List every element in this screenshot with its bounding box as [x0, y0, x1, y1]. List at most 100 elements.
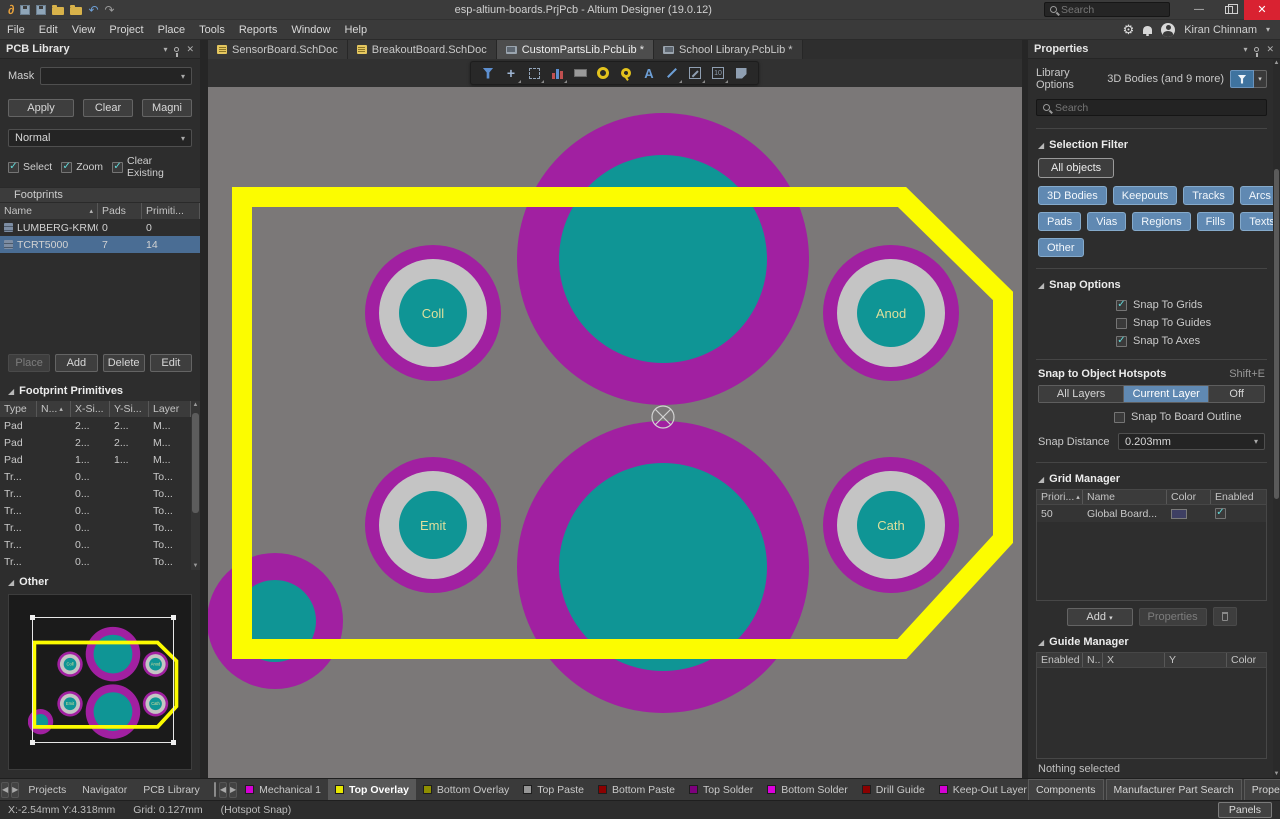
- undo-icon[interactable]: ↶: [88, 4, 98, 16]
- tab-components[interactable]: Components: [1028, 779, 1104, 800]
- primitives-scrollbar[interactable]: ▲ ▼: [191, 401, 200, 570]
- pad-tool-icon[interactable]: [595, 65, 611, 81]
- delete-grid-button[interactable]: [1213, 607, 1237, 626]
- panel-splitter-left[interactable]: [200, 40, 208, 778]
- panel-menu-icon[interactable]: ▾: [163, 45, 167, 54]
- notifications-bell-icon[interactable]: [1143, 26, 1152, 34]
- primitive-row[interactable]: Tr...0...To...: [0, 468, 191, 485]
- col-priority[interactable]: Priori...▴: [1037, 490, 1083, 504]
- panels-button[interactable]: Panels: [1218, 802, 1272, 818]
- scroll-up-icon[interactable]: ▲: [191, 402, 200, 408]
- layer-set-control[interactable]: LS: [214, 782, 216, 797]
- layer-tab-bottom-overlay[interactable]: Bottom Overlay: [416, 779, 516, 800]
- primitive-row[interactable]: Pad2...2...M...: [0, 434, 191, 451]
- primitive-row[interactable]: Tr...0...To...: [0, 553, 191, 570]
- settings-gear-icon[interactable]: ⚙: [1123, 23, 1135, 36]
- menu-help[interactable]: Help: [337, 20, 374, 39]
- add-grid-button[interactable]: Add ▾: [1067, 608, 1133, 626]
- layer-tabs-right-arrow[interactable]: ▶: [229, 782, 237, 798]
- col-guide-y[interactable]: Y: [1165, 653, 1227, 667]
- filter-dropdown-icon[interactable]: ▾: [1254, 70, 1267, 88]
- clear-existing-checkbox[interactable]: [112, 162, 123, 173]
- delete-footprint-button[interactable]: Delete: [103, 354, 145, 372]
- col-grid-enabled[interactable]: Enabled: [1211, 490, 1266, 504]
- layer-tab-bottom-solder[interactable]: Bottom Solder: [760, 779, 855, 800]
- filter-tool-icon[interactable]: [480, 65, 496, 81]
- filter-vias[interactable]: Vias: [1087, 212, 1126, 231]
- primitive-row[interactable]: Pad1...1...M...: [0, 451, 191, 468]
- dimension-tool-icon[interactable]: 10: [710, 65, 726, 81]
- footprint-primitives-section[interactable]: ◢ Footprint Primitives: [0, 379, 200, 401]
- col-guide-x[interactable]: X: [1103, 653, 1165, 667]
- col-n[interactable]: N...▴: [37, 401, 71, 417]
- layer-tab-drill-guide[interactable]: Drill Guide: [855, 779, 932, 800]
- select-tool-icon[interactable]: [526, 65, 542, 81]
- other-section[interactable]: ◢ Other: [0, 570, 200, 592]
- tab-school-library[interactable]: School Library.PcbLib *: [654, 40, 803, 59]
- col-name[interactable]: Name▴: [0, 203, 98, 219]
- tab-properties[interactable]: Properties: [1244, 779, 1280, 800]
- mode-dropdown[interactable]: Normal▾: [8, 129, 192, 147]
- layer-tab-keep-out[interactable]: Keep-Out Layer: [932, 779, 1028, 800]
- primitive-row[interactable]: Tr...0...To...: [0, 536, 191, 553]
- magnify-button[interactable]: Magni: [142, 99, 192, 117]
- save-icon[interactable]: [20, 5, 30, 15]
- layer-tab-bottom-paste[interactable]: Bottom Paste: [591, 779, 682, 800]
- properties-search-box[interactable]: [1036, 99, 1267, 116]
- user-name[interactable]: Kiran Chinnam: [1184, 24, 1257, 36]
- snap-to-axes-checkbox[interactable]: [1116, 336, 1127, 347]
- layer-tab-top-paste[interactable]: Top Paste: [516, 779, 591, 800]
- col-grid-name[interactable]: Name: [1083, 490, 1167, 504]
- user-menu-caret-icon[interactable]: ▾: [1266, 25, 1270, 34]
- zoom-checkbox[interactable]: [61, 162, 72, 173]
- menu-file[interactable]: File: [0, 20, 32, 39]
- via-tool-icon[interactable]: [618, 65, 634, 81]
- line-tool-icon[interactable]: [664, 65, 680, 81]
- menu-project[interactable]: Project: [102, 20, 150, 39]
- menu-reports[interactable]: Reports: [232, 20, 285, 39]
- primitive-row[interactable]: Tr...0...To...: [0, 485, 191, 502]
- grid-enabled-checkbox[interactable]: [1215, 508, 1226, 519]
- layer-tab-top-solder[interactable]: Top Solder: [682, 779, 760, 800]
- panel-menu-icon[interactable]: ▾: [1243, 45, 1247, 54]
- move-tool-icon[interactable]: +: [503, 65, 519, 81]
- pcb-canvas[interactable]: Coll Anod Emit Cath: [208, 87, 1022, 778]
- col-xsize[interactable]: X-Si...: [71, 401, 110, 417]
- ordering-tool-icon[interactable]: [549, 65, 565, 81]
- scroll-down-icon[interactable]: ▼: [191, 563, 200, 569]
- tab-clipped[interactable]: P: [208, 779, 212, 800]
- segment-all-layers[interactable]: All Layers: [1039, 386, 1124, 402]
- menu-window[interactable]: Window: [284, 20, 337, 39]
- layer-tab-mechanical-1[interactable]: Mechanical 1: [238, 779, 328, 800]
- open-project-icon[interactable]: [70, 7, 82, 15]
- selection-handle[interactable]: [30, 615, 35, 620]
- close-panel-icon[interactable]: ✕: [186, 44, 194, 55]
- snap-options-section[interactable]: ◢ Snap Options: [1036, 273, 1267, 295]
- filter-tracks[interactable]: Tracks: [1183, 186, 1234, 205]
- tab-navigator[interactable]: Navigator: [74, 779, 135, 800]
- tab-manufacturer-part-search[interactable]: Manufacturer Part Search: [1106, 779, 1242, 800]
- col-layer[interactable]: Layer: [149, 401, 191, 417]
- panel-tabs-left-arrow[interactable]: ◀: [1, 782, 9, 798]
- edit-footprint-button[interactable]: Edit: [150, 354, 192, 372]
- user-avatar[interactable]: [1161, 23, 1175, 37]
- properties-search-input[interactable]: [1055, 102, 1225, 114]
- mask-dropdown[interactable]: ▾: [40, 67, 192, 85]
- filter-split-button[interactable]: ▾: [1230, 70, 1267, 88]
- guide-manager-section[interactable]: ◢ Guide Manager: [1036, 630, 1267, 652]
- col-pads[interactable]: Pads: [98, 203, 142, 219]
- col-type[interactable]: Type: [0, 401, 37, 417]
- filter-fills[interactable]: Fills: [1197, 212, 1235, 231]
- tab-sensorboard[interactable]: SensorBoard.SchDoc: [208, 40, 348, 59]
- panel-tabs-right-arrow[interactable]: ▶: [11, 782, 19, 798]
- layer-tabs-left-arrow[interactable]: ◀: [219, 782, 227, 798]
- add-footprint-button[interactable]: Add: [55, 354, 97, 372]
- snap-to-guides-checkbox[interactable]: [1116, 318, 1127, 329]
- selection-filter-section[interactable]: ◢ Selection Filter: [1036, 133, 1267, 155]
- all-objects-button[interactable]: All objects: [1038, 158, 1114, 178]
- primitive-row[interactable]: Tr...0...To...: [0, 519, 191, 536]
- selection-handle[interactable]: [171, 740, 176, 745]
- properties-scrollbar[interactable]: ▲ ▼: [1273, 59, 1280, 778]
- pin-icon[interactable]: [174, 47, 179, 52]
- col-guide-n[interactable]: N..: [1083, 653, 1103, 667]
